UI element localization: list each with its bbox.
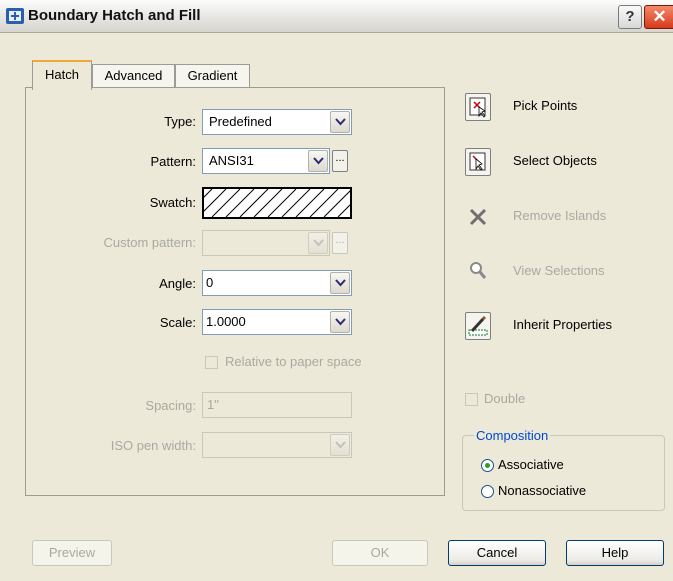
remove-islands-icon xyxy=(469,208,487,226)
remove-islands-label[interactable]: Remove Islands xyxy=(513,208,606,223)
angle-value: 0 xyxy=(206,275,214,290)
select-objects-icon xyxy=(469,152,486,171)
scale-value: 1.0000 xyxy=(206,314,246,329)
select-objects-button[interactable] xyxy=(465,148,491,176)
pattern-value: ANSI31 xyxy=(209,153,254,168)
custom-pattern-dropdown[interactable] xyxy=(202,230,330,256)
pick-points-button[interactable] xyxy=(465,93,491,121)
magnifier-icon xyxy=(470,262,487,279)
view-selections-label[interactable]: View Selections xyxy=(513,263,605,278)
tab-gradient[interactable]: Gradient xyxy=(175,64,250,87)
spacing-field[interactable]: 1" xyxy=(202,392,352,418)
tab-advanced[interactable]: Advanced xyxy=(92,64,175,87)
associative-radio[interactable] xyxy=(481,459,494,472)
iso-pen-width-label: ISO pen width: xyxy=(110,438,196,453)
hatch-app-icon xyxy=(6,8,24,24)
chevron-down-icon[interactable] xyxy=(330,111,350,133)
chevron-down-icon[interactable] xyxy=(330,311,350,333)
chevron-down-icon[interactable] xyxy=(308,150,328,172)
ok-button[interactable]: OK xyxy=(332,540,428,566)
double-label: Double xyxy=(484,391,526,406)
pick-points-icon xyxy=(469,97,486,118)
spacing-label: Spacing: xyxy=(145,398,196,413)
swatch-preview[interactable] xyxy=(183,187,367,219)
relative-paper-space-label: Relative to paper space xyxy=(225,354,362,369)
type-dropdown[interactable]: Predefined xyxy=(202,109,352,135)
radio-selected-dot xyxy=(485,463,490,468)
angle-dropdown[interactable]: 0 xyxy=(202,270,352,296)
nonassociative-label[interactable]: Nonassociative xyxy=(498,483,586,498)
preview-button[interactable]: Preview xyxy=(32,540,112,566)
chevron-down-icon[interactable] xyxy=(330,434,350,456)
remove-islands-button[interactable] xyxy=(465,203,491,231)
swatch-label: Swatch: xyxy=(149,195,196,210)
associative-label[interactable]: Associative xyxy=(498,457,564,472)
double-checkbox[interactable] xyxy=(465,393,478,406)
paintbrush-icon xyxy=(468,315,488,336)
inherit-properties-label[interactable]: Inherit Properties xyxy=(513,317,612,332)
inherit-properties-button[interactable] xyxy=(465,312,491,340)
nonassociative-radio[interactable] xyxy=(481,485,494,498)
boundary-hatch-dialog: Boundary Hatch and Fill ? ✕ Hatch Advanc… xyxy=(0,0,673,581)
spacing-value: 1" xyxy=(207,397,219,412)
composition-title: Composition xyxy=(474,428,551,443)
composition-group xyxy=(462,435,665,511)
custom-pattern-browse-button[interactable]: ... xyxy=(332,232,348,254)
scale-label: Scale: xyxy=(159,315,196,330)
help-button[interactable]: Help xyxy=(566,540,664,566)
tab-hatch[interactable]: Hatch xyxy=(32,60,92,90)
select-objects-label[interactable]: Select Objects xyxy=(513,153,597,168)
ansi31-hatch-swatch-icon xyxy=(183,188,367,218)
iso-pen-width-dropdown[interactable] xyxy=(202,432,352,458)
pick-points-label[interactable]: Pick Points xyxy=(513,98,577,113)
type-value: Predefined xyxy=(209,114,272,129)
angle-label: Angle: xyxy=(159,276,196,291)
scale-dropdown[interactable]: 1.0000 xyxy=(202,309,352,335)
custom-pattern-label: Custom pattern: xyxy=(103,235,197,250)
chevron-down-icon[interactable] xyxy=(330,272,350,294)
cancel-button[interactable]: Cancel xyxy=(448,540,546,566)
view-selections-button[interactable] xyxy=(465,257,491,285)
pattern-dropdown[interactable]: ANSI31 xyxy=(202,148,330,174)
pattern-label: Pattern: xyxy=(150,154,196,169)
chevron-down-icon[interactable] xyxy=(308,232,328,254)
window-title: Boundary Hatch and Fill xyxy=(28,7,201,24)
pattern-browse-button[interactable]: ... xyxy=(332,150,348,172)
close-icon[interactable]: ✕ xyxy=(644,5,673,29)
title-bar[interactable]: Boundary Hatch and Fill ? ✕ xyxy=(0,0,673,33)
type-label: Type: xyxy=(164,114,196,129)
relative-paper-space-checkbox[interactable] xyxy=(205,356,218,369)
help-icon[interactable]: ? xyxy=(618,5,642,29)
